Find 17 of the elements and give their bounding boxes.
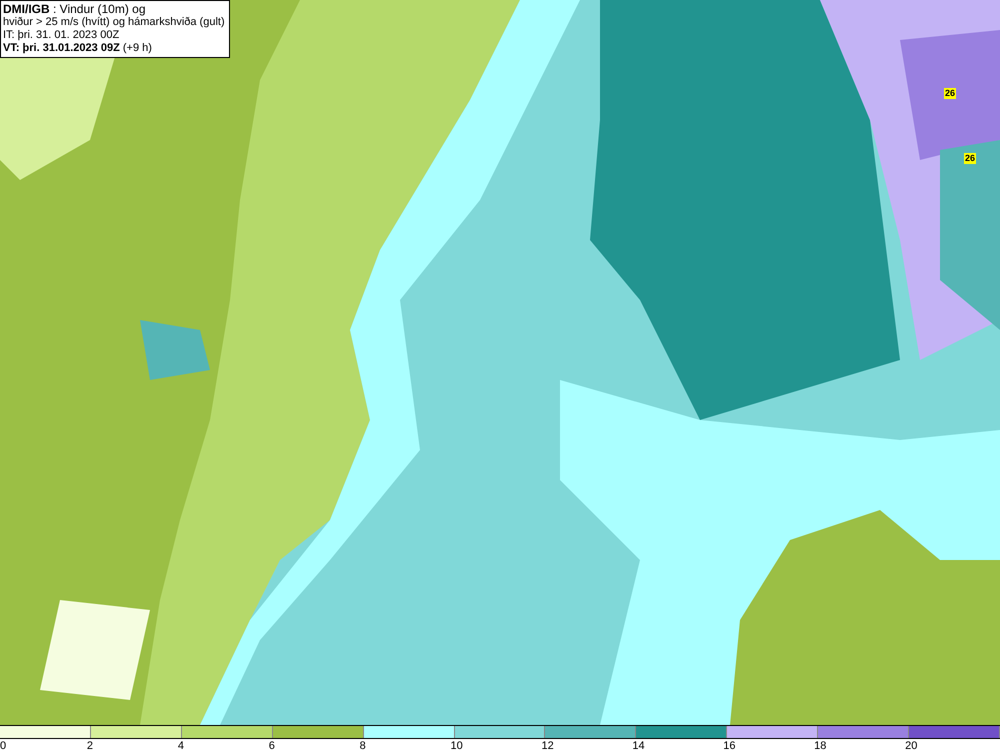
gust-label: 26 — [944, 88, 956, 99]
legend-tick-label: 4 — [178, 739, 184, 753]
map-title-line: DMI/IGB : Vindur (10m) og — [3, 3, 146, 16]
legend-tick-label: 14 — [632, 739, 645, 753]
map-title-line: VT: þri. 31.01.2023 09Z (+9 h) — [3, 42, 153, 55]
legend-tick-label: 10 — [450, 739, 463, 753]
legend-tick-label: 6 — [268, 739, 275, 753]
legend-tick-label: 18 — [814, 739, 826, 753]
legend-tick-label: 20 — [905, 739, 918, 753]
gust-label: 26 — [964, 153, 976, 164]
map-title-line: hviður > 25 m/s (hvítt) og hámarkshviða (gult) — [3, 16, 225, 29]
map-title-line: IT: þri. 31. 01. 2023 00Z — [3, 29, 120, 42]
legend-tick-label: 2 — [86, 739, 94, 753]
legend-tick-label: 0 — [0, 739, 6, 753]
legend-tick-label: 12 — [541, 739, 554, 753]
legend-tick-label: 8 — [360, 739, 366, 753]
legend-tick-label: 16 — [723, 739, 736, 753]
